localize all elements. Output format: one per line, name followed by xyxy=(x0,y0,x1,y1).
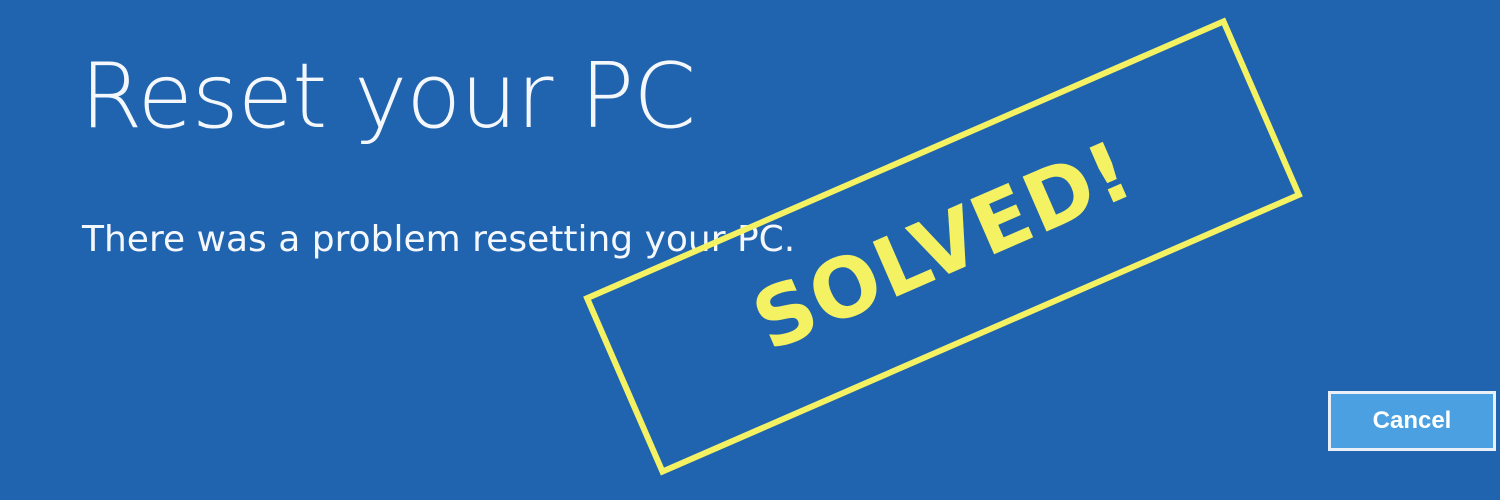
reset-pc-screen: Reset your PC There was a problem resett… xyxy=(0,0,1500,500)
cancel-button[interactable]: Cancel xyxy=(1328,391,1496,451)
page-title: Reset your PC xyxy=(80,44,696,149)
solved-stamp-text: SOLVED! xyxy=(739,122,1146,370)
error-message: There was a problem resetting your PC. xyxy=(82,219,796,260)
